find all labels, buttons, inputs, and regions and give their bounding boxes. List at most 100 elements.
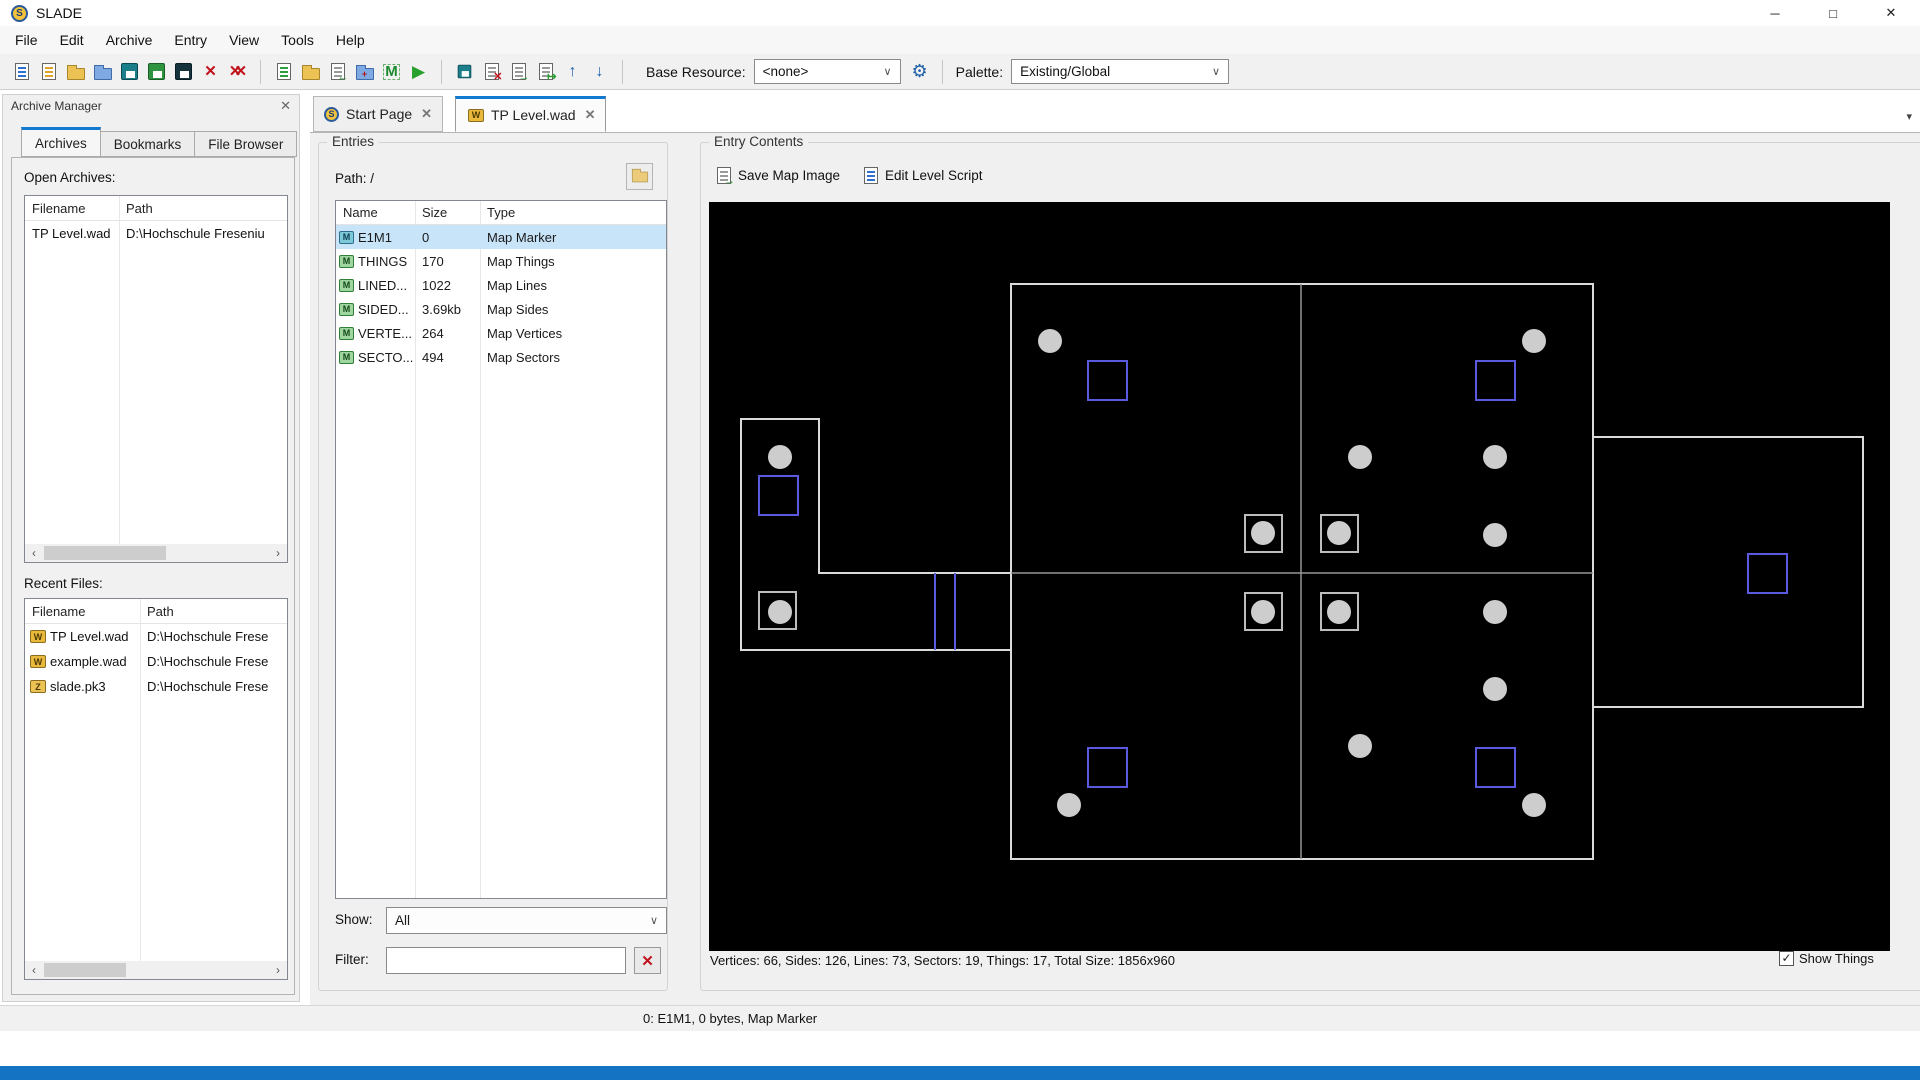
import-entry-icon[interactable]: → bbox=[505, 59, 532, 85]
column-path[interactable]: Path bbox=[119, 201, 153, 216]
tab-file-browser[interactable]: File Browser bbox=[195, 131, 298, 157]
show-dropdown[interactable]: All ∨ bbox=[386, 907, 667, 934]
import-files-icon[interactable]: ← bbox=[324, 59, 351, 85]
entries-group: Entries Path: / Name Size Type M E1M1 0 … bbox=[318, 134, 668, 991]
column-type[interactable]: Type bbox=[480, 205, 666, 220]
menu-archive[interactable]: Archive bbox=[95, 26, 164, 54]
entry-name: SECTO... bbox=[358, 349, 414, 365]
recent-file-row[interactable]: W TP Level.wad D:\Hochschule Frese bbox=[25, 624, 287, 649]
save-archive-as-icon[interactable] bbox=[143, 59, 170, 85]
horizontal-scrollbar[interactable]: ‹ › bbox=[25, 961, 287, 979]
close-button[interactable]: ✕ bbox=[1862, 0, 1920, 26]
entry-contents-group: Entry Contents → Save Map Image Edit Lev… bbox=[700, 134, 1920, 991]
open-archive-row[interactable]: TP Level.wad D:\Hochschule Freseniu bbox=[25, 221, 287, 246]
recent-file-row[interactable]: W example.wad D:\Hochschule Frese bbox=[25, 649, 287, 674]
panel-close-icon[interactable]: ✕ bbox=[280, 98, 291, 114]
menu-edit[interactable]: Edit bbox=[49, 26, 95, 54]
checkbox-icon[interactable]: ✓ bbox=[1779, 951, 1794, 966]
base-resource-label: Base Resource: bbox=[646, 63, 746, 80]
palette-dropdown[interactable]: Existing/Global ∨ bbox=[1011, 59, 1230, 84]
column-filename[interactable]: Filename bbox=[25, 604, 140, 619]
import-directory-icon[interactable]: + bbox=[351, 59, 378, 85]
tab-close-icon[interactable]: ✕ bbox=[585, 107, 596, 123]
save-map-image-button[interactable]: → Save Map Image bbox=[717, 163, 840, 187]
recent-files-list[interactable]: Filename Path W TP Level.wad D:\Hochschu… bbox=[24, 598, 288, 980]
move-down-icon[interactable]: ↓ bbox=[586, 59, 613, 85]
close-all-icon[interactable]: ✕✕ bbox=[224, 59, 251, 85]
scroll-left-icon[interactable]: ‹ bbox=[25, 961, 43, 979]
convert-entry-icon[interactable] bbox=[451, 59, 478, 85]
edit-level-script-button[interactable]: Edit Level Script bbox=[864, 163, 983, 187]
recent-files-header[interactable]: Filename Path bbox=[25, 599, 287, 624]
scroll-left-icon[interactable]: ‹ bbox=[25, 544, 43, 562]
recent-file-row[interactable]: Z slade.pk3 D:\Hochschule Frese bbox=[25, 674, 287, 699]
save-all-icon[interactable] bbox=[170, 59, 197, 85]
delete-entry-icon[interactable]: ✕ bbox=[478, 59, 505, 85]
scroll-right-icon[interactable]: › bbox=[269, 961, 287, 979]
entries-list[interactable]: Name Size Type M E1M1 0 Map Marker M THI… bbox=[335, 200, 667, 899]
open-folder-icon[interactable] bbox=[62, 59, 89, 85]
close-archive-icon[interactable]: ✕ bbox=[197, 59, 224, 85]
scrollbar-thumb[interactable] bbox=[44, 963, 126, 977]
main-toolbar: ✕ ✕✕ ← + M ▶ ✕ → ↦ ↑ ↓ Base Resource: <n… bbox=[0, 54, 1920, 90]
entries-header[interactable]: Name Size Type bbox=[336, 201, 666, 225]
slade-logo-icon: S bbox=[324, 106, 339, 122]
scroll-right-icon[interactable]: › bbox=[269, 544, 287, 562]
column-path[interactable]: Path bbox=[140, 604, 174, 619]
entry-type: Map Things bbox=[487, 253, 555, 269]
horizontal-scrollbar[interactable]: ‹ › bbox=[25, 544, 287, 562]
entry-row-e1m1[interactable]: M E1M1 0 Map Marker bbox=[336, 225, 666, 249]
up-directory-button[interactable] bbox=[626, 163, 653, 190]
export-entry-icon[interactable]: ↦ bbox=[532, 59, 559, 85]
filter-input[interactable] bbox=[386, 947, 626, 974]
open-archive-icon[interactable] bbox=[35, 59, 62, 85]
save-archive-icon[interactable] bbox=[116, 59, 143, 85]
open-archives-list[interactable]: Filename Path TP Level.wad D:\Hochschule… bbox=[24, 195, 288, 563]
run-archive-icon[interactable]: ▶ bbox=[405, 59, 432, 85]
base-resource-value: <none> bbox=[762, 64, 809, 79]
tab-start-page[interactable]: S Start Page ✕ bbox=[313, 96, 444, 132]
open-archives-header[interactable]: Filename Path bbox=[25, 196, 287, 221]
entry-type: Map Sides bbox=[487, 301, 549, 317]
tab-list-dropdown-icon[interactable]: ▾ bbox=[1906, 110, 1912, 123]
entry-row-linedefs[interactable]: M LINED... 1022 Map Lines bbox=[336, 273, 666, 297]
base-resource-settings-icon[interactable]: ⚙ bbox=[907, 59, 933, 85]
menu-help[interactable]: Help bbox=[325, 26, 376, 54]
minimize-button[interactable]: ─ bbox=[1746, 0, 1804, 26]
tab-tp-level-wad[interactable]: W TP Level.wad ✕ bbox=[455, 96, 607, 132]
recent-path: D:\Hochschule Frese bbox=[147, 629, 269, 644]
column-name[interactable]: Name bbox=[336, 205, 415, 220]
tab-archives[interactable]: Archives bbox=[21, 127, 101, 157]
entry-row-sectors[interactable]: M SECTO... 494 Map Sectors bbox=[336, 345, 666, 369]
tab-bookmarks[interactable]: Bookmarks bbox=[100, 131, 196, 157]
column-filename[interactable]: Filename bbox=[25, 201, 119, 216]
archive-path: D:\Hochschule Freseniu bbox=[126, 226, 265, 241]
move-up-icon[interactable]: ↑ bbox=[559, 59, 586, 85]
new-directory-icon[interactable] bbox=[297, 59, 324, 85]
base-resource-dropdown[interactable]: <none> ∨ bbox=[753, 59, 901, 84]
entry-row-things[interactable]: M THINGS 170 Map Things bbox=[336, 249, 666, 273]
recent-filename: TP Level.wad bbox=[50, 629, 129, 644]
menu-tools[interactable]: Tools bbox=[270, 26, 325, 54]
tab-close-icon[interactable]: ✕ bbox=[421, 106, 432, 122]
new-entry-icon[interactable] bbox=[270, 59, 297, 85]
entry-type: Map Vertices bbox=[487, 325, 563, 341]
show-things-checkbox[interactable]: ✓ Show Things bbox=[1779, 951, 1874, 966]
map-editor-icon[interactable]: M bbox=[378, 59, 405, 85]
folder-up-icon bbox=[631, 168, 648, 182]
recent-filename: example.wad bbox=[50, 654, 127, 669]
scrollbar-thumb[interactable] bbox=[44, 546, 166, 560]
maximize-button[interactable]: □ bbox=[1804, 0, 1862, 26]
column-size[interactable]: Size bbox=[415, 205, 480, 220]
entry-row-vertexes[interactable]: M VERTE... 264 Map Vertices bbox=[336, 321, 666, 345]
map-canvas[interactable] bbox=[709, 202, 1890, 951]
slade-window: S SLADE ─ □ ✕ File Edit Archive Entry Vi… bbox=[0, 0, 1920, 1080]
status-bar: 0: E1M1, 0 bytes, Map Marker bbox=[0, 1005, 1920, 1031]
menu-file[interactable]: File bbox=[4, 26, 49, 54]
entry-row-sidedefs[interactable]: M SIDED... 3.69kb Map Sides bbox=[336, 297, 666, 321]
menu-entry[interactable]: Entry bbox=[163, 26, 218, 54]
new-archive-icon[interactable] bbox=[8, 59, 35, 85]
clear-filter-button[interactable]: ✕ bbox=[634, 947, 661, 974]
menu-view[interactable]: View bbox=[218, 26, 270, 54]
open-directory-icon[interactable] bbox=[89, 59, 116, 85]
